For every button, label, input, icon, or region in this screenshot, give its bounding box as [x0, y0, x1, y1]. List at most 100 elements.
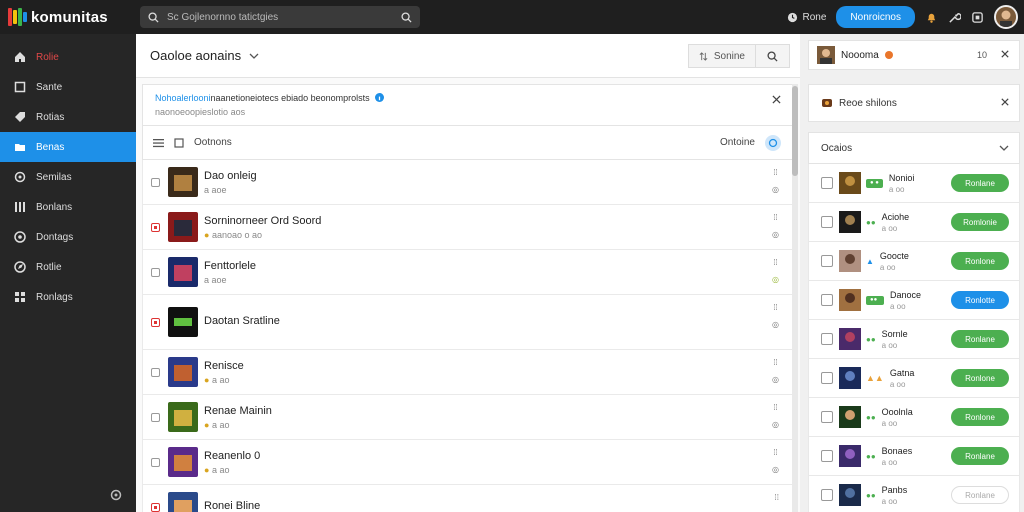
row-checkbox[interactable] [151, 367, 160, 377]
friend-action-button[interactable]: Ronlone [951, 252, 1009, 270]
tools-icon[interactable] [948, 11, 961, 24]
friend-row[interactable]: ▲ Goocte a oo Ronlone [808, 242, 1020, 281]
group-header[interactable]: Ocaios [808, 132, 1020, 164]
row-checkbox[interactable] [151, 317, 160, 327]
friend-row[interactable]: ●● Ooolnla a oo Ronlone [808, 398, 1020, 437]
profile-name[interactable]: Noooma [841, 50, 879, 61]
sidebar-item-7[interactable]: Rotlie [0, 252, 136, 282]
table-row[interactable]: Renisce ● a ao ⁞⁞ ◎ [142, 350, 794, 395]
search-input[interactable] [167, 11, 393, 23]
primary-action-button[interactable]: Nonroicnos [836, 6, 915, 28]
notification-bell-icon[interactable] [925, 11, 938, 24]
info-icon[interactable] [375, 93, 385, 102]
table-row[interactable]: Fenttorlele a aoe ⁞⁞ ◎ [142, 250, 794, 295]
notice-close-button[interactable] [772, 95, 781, 107]
table-row[interactable]: Sorninorneer Ord Soord ● aanoao o ao ⁞⁞ ◎ [142, 205, 794, 250]
table-row[interactable]: Ronei Bline ⁞⁞ [142, 485, 794, 512]
sidebar-item-label: Sante [36, 81, 63, 93]
friend-checkbox[interactable] [821, 177, 833, 189]
friend-checkbox[interactable] [821, 372, 833, 384]
friend-action-button[interactable]: Ronlane [951, 174, 1009, 192]
main-scrollbar[interactable] [792, 84, 798, 512]
friend-action-button[interactable]: Romlonie [951, 213, 1009, 231]
profile-close-button[interactable] [1001, 50, 1009, 60]
profile-count[interactable]: 10 [977, 50, 987, 60]
friend-row[interactable]: ●● Danoce a oo Ronlotte [808, 281, 1020, 320]
friend-checkbox[interactable] [821, 216, 833, 228]
row-checkbox[interactable] [151, 412, 160, 422]
friend-row[interactable]: ● ● Nonioi a oo Ronlane [808, 164, 1020, 203]
friend-checkbox[interactable] [821, 333, 833, 345]
more-icon[interactable]: ⁞⁞ [773, 258, 777, 267]
row-actions[interactable]: ⁞⁞ ◎ [772, 448, 779, 474]
friend-checkbox[interactable] [821, 450, 833, 462]
sidebar-item-4[interactable]: Semilas [0, 162, 136, 192]
table-row[interactable]: Dao onleig a aoe ⁞⁞ ◎ [142, 160, 794, 205]
notice-link[interactable]: Nohoalerlooni [155, 93, 211, 103]
page-title[interactable]: Oaoloe aonains [150, 48, 259, 63]
friend-action-button[interactable]: Ronlone [951, 408, 1009, 426]
more-icon[interactable]: ⁞⁞ [775, 493, 779, 502]
row-actions[interactable]: ⁞⁞ ◎ [772, 168, 779, 194]
friend-checkbox[interactable] [821, 489, 833, 501]
row-checkbox[interactable] [151, 222, 160, 232]
row-checkbox[interactable] [151, 457, 160, 467]
friend-row[interactable]: ●● Bonaes a oo Ronlane [808, 437, 1020, 476]
list-option-label[interactable]: Ontoine [720, 137, 755, 148]
settings-icon[interactable] [971, 11, 984, 24]
friend-action-button[interactable]: Ronlane [951, 486, 1009, 504]
friend-action-button[interactable]: Ronlane [951, 447, 1009, 465]
row-checkbox[interactable] [151, 267, 160, 277]
more-icon[interactable]: ⁞⁞ [773, 303, 777, 312]
friend-action-button[interactable]: Ronlotte [951, 291, 1009, 309]
main-search-button[interactable] [756, 44, 790, 68]
sidebar-settings[interactable] [110, 489, 122, 504]
friend-row[interactable]: ●● Sornle a oo Ronlane [808, 320, 1020, 359]
friend-action-button[interactable]: Ronlane [951, 330, 1009, 348]
row-actions[interactable]: ⁞⁞ ◎ [772, 403, 779, 429]
row-checkbox[interactable] [151, 177, 160, 187]
friend-checkbox[interactable] [821, 255, 833, 267]
requests-close-button[interactable] [1001, 97, 1009, 109]
sidebar-item-3[interactable]: Benas [0, 132, 136, 162]
sidebar-item-6[interactable]: Dontags [0, 222, 136, 252]
sidebar-item-5[interactable]: Bonlans [0, 192, 136, 222]
friend-meta: a oo [890, 301, 906, 311]
refresh-icon[interactable] [765, 134, 781, 151]
row-actions[interactable]: ⁞⁞ ◎ [772, 358, 779, 384]
more-icon[interactable]: ⁞⁞ [773, 168, 777, 177]
sidebar-item-1[interactable]: Sante [0, 72, 136, 102]
user-avatar[interactable] [994, 5, 1018, 29]
sidebar-item-2[interactable]: Rotias [0, 102, 136, 132]
sort-button[interactable]: Sonine [687, 44, 756, 68]
friend-action-button[interactable]: Ronlone [951, 369, 1009, 387]
row-checkbox[interactable] [151, 502, 160, 512]
friend-checkbox[interactable] [821, 294, 833, 306]
home-link[interactable]: Rone [787, 12, 826, 23]
friend-checkbox[interactable] [821, 411, 833, 423]
search-box[interactable] [140, 6, 420, 28]
row-actions[interactable]: ⁞⁞ [775, 493, 779, 502]
row-actions[interactable]: ⁞⁞ ◎ [772, 258, 779, 284]
menu-icon[interactable] [153, 138, 164, 148]
more-icon[interactable]: ⁞⁞ [773, 358, 777, 367]
friend-row[interactable]: ▲▲ Gatna a oo Ronlone [808, 359, 1020, 398]
table-row[interactable]: Reanenlo 0 ● a ao ⁞⁞ ◎ [142, 440, 794, 485]
friend-row[interactable]: ●● Panbs a oo Ronlane [808, 476, 1020, 512]
friend-row[interactable]: ●● Aciohe a oo Romlonie [808, 203, 1020, 242]
table-row[interactable]: Daotan Sratline ⁞⁞ ◎ [142, 295, 794, 350]
sidebar-item-0[interactable]: Rolie [0, 42, 136, 72]
row-actions[interactable]: ⁞⁞ ◎ [772, 303, 779, 329]
search-submit-icon[interactable] [401, 11, 412, 23]
row-actions[interactable]: ⁞⁞ ◎ [772, 213, 779, 239]
profile-avatar[interactable] [817, 46, 835, 64]
friend-avatar-fg [845, 254, 855, 264]
more-icon[interactable]: ⁞⁞ [773, 213, 777, 222]
more-icon[interactable]: ⁞⁞ [773, 448, 777, 457]
table-row[interactable]: Renae Mainin ● a ao ⁞⁞ ◎ [142, 395, 794, 440]
status-dot-icon: ◎ [772, 275, 779, 284]
scrollbar-thumb[interactable] [792, 86, 798, 176]
more-icon[interactable]: ⁞⁞ [773, 403, 777, 412]
app-logo[interactable]: komunitas [0, 8, 136, 26]
sidebar-item-8[interactable]: Ronlags [0, 282, 136, 312]
